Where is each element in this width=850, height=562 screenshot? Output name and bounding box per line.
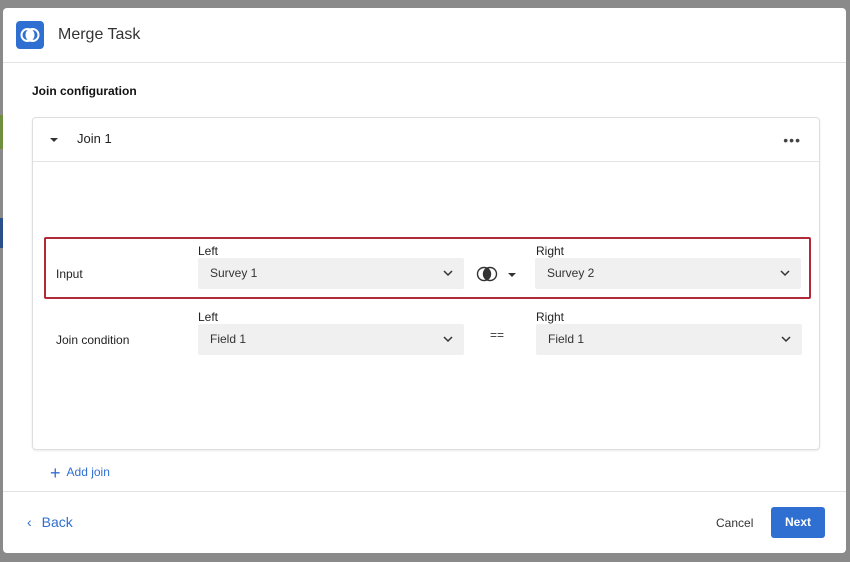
condition-right-value: Field 1 <box>548 332 585 346</box>
chevron-down-icon <box>780 270 790 277</box>
condition-operator: == <box>490 328 505 342</box>
add-join-label: Add join <box>66 465 110 479</box>
dialog-header: Merge Task <box>3 8 846 63</box>
input-left-value: Survey 1 <box>210 266 258 280</box>
back-label: Back <box>41 514 73 530</box>
merge-app-icon <box>16 21 44 49</box>
condition-right-select[interactable]: Field 1 <box>536 324 802 355</box>
condition-left-select[interactable]: Field 1 <box>198 324 464 355</box>
add-join-button[interactable]: + Add join <box>50 463 110 484</box>
chevron-down-icon <box>443 270 453 277</box>
plus-icon: + <box>50 463 61 483</box>
ellipsis-icon[interactable]: ••• <box>783 132 801 148</box>
dialog-title: Merge Task <box>58 26 141 43</box>
condition-right-label: Right <box>536 310 565 324</box>
chevron-left-icon: ‹ <box>27 514 32 530</box>
input-right-label: Right <box>536 244 565 258</box>
input-row-label: Input <box>56 267 83 281</box>
condition-row-label: Join condition <box>56 333 130 347</box>
input-left-select[interactable]: Survey 1 <box>198 258 464 289</box>
join-title: Join 1 <box>77 131 112 146</box>
input-left-label: Left <box>198 244 219 258</box>
join-card-header[interactable]: Join 1 ••• <box>33 118 819 162</box>
condition-left-value: Field 1 <box>210 332 247 346</box>
chevron-down-icon <box>781 336 791 343</box>
chevron-down-icon <box>443 336 453 343</box>
join-type-caret-icon[interactable] <box>508 273 516 277</box>
input-right-select[interactable]: Survey 2 <box>535 258 801 289</box>
venn-inner-join-icon[interactable] <box>476 266 498 282</box>
next-button[interactable]: Next <box>771 507 825 538</box>
merge-task-dialog: Merge Task Join configuration Join 1 •••… <box>3 8 846 553</box>
cancel-button[interactable]: Cancel <box>716 516 753 530</box>
dialog-footer: ‹ Back Cancel Next <box>3 491 846 553</box>
back-button[interactable]: ‹ Back <box>27 514 73 530</box>
condition-left-label: Left <box>198 310 219 324</box>
input-right-value: Survey 2 <box>547 266 595 280</box>
collapse-caret-icon[interactable] <box>50 138 58 142</box>
section-label: Join configuration <box>32 84 137 98</box>
